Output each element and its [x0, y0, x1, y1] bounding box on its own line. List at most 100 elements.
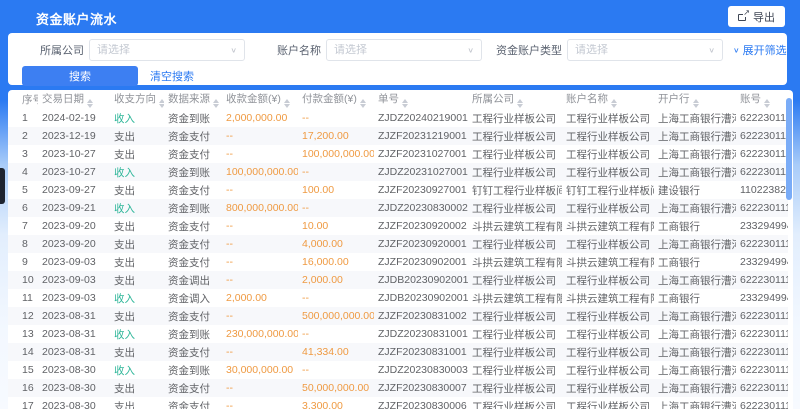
cell-company: 工程行业样板公司	[468, 325, 562, 343]
cell-order_no: ZJZF20230902001	[374, 253, 468, 271]
table-row[interactable]: 152023-08-30收入资金到账30,000,000.00--ZJDZ202…	[8, 361, 788, 379]
column-label: 付款金额(¥)	[302, 93, 357, 105]
table-row[interactable]: 92023-09-03支出资金支付--16,000.00ZJZF20230902…	[8, 253, 788, 271]
cell-date: 2023-08-30	[38, 379, 110, 397]
sort-icon[interactable]	[360, 99, 366, 108]
cell-paid: 3,300.00	[298, 397, 374, 409]
column-header-8[interactable]: 所属公司	[468, 90, 562, 109]
cell-company: 斗拱云建筑工程有限公司	[468, 217, 562, 235]
cell-source: 资金支付	[164, 127, 222, 145]
cell-no: 15	[8, 361, 38, 379]
column-label: 数据来源	[168, 93, 210, 105]
column-header-6[interactable]: 付款金额(¥)	[298, 90, 374, 109]
cell-paid: 100.00	[298, 181, 374, 199]
table-row[interactable]: 12024-02-19收入资金到账2,000,000.00--ZJDZ20240…	[8, 109, 788, 127]
search-button[interactable]: 搜索	[22, 66, 138, 86]
sort-icon[interactable]	[693, 99, 699, 108]
table-row[interactable]: 172023-08-30支出资金支付--3,300.00ZJZF20230830…	[8, 397, 788, 409]
table-row[interactable]: 72023-09-20支出资金支付--10.00ZJZF20230920002斗…	[8, 217, 788, 235]
cell-paid: --	[298, 325, 374, 343]
table-row[interactable]: 32023-10-27支出资金支付--100,000,000.00ZJZF202…	[8, 145, 788, 163]
cell-no: 10	[8, 271, 38, 289]
column-header-11[interactable]: 账号	[736, 90, 788, 109]
column-header-5[interactable]: 收款金额(¥)	[222, 90, 298, 109]
transactions-table-card: 序号交易日期收支方向数据来源收款金额(¥)付款金额(¥)单号所属公司账户名称开户…	[8, 90, 793, 409]
sort-icon[interactable]	[611, 99, 617, 108]
company-filter-label: 所属公司	[40, 42, 84, 58]
cell-bank: 上海工商银行漕河泾支行	[654, 271, 736, 289]
cell-bank: 工商银行	[654, 289, 736, 307]
cell-received: 100,000,000.00	[222, 163, 298, 181]
cell-company: 工程行业样板公司	[468, 163, 562, 181]
sort-icon[interactable]	[402, 99, 408, 108]
cell-received: --	[222, 235, 298, 253]
cell-bank: 上海工商银行漕河泾支行	[654, 235, 736, 253]
column-label: 账户名称	[566, 93, 608, 105]
cell-account_no: 6222301111	[736, 127, 788, 145]
sort-icon[interactable]	[213, 99, 219, 108]
sort-icon[interactable]	[284, 99, 290, 108]
cell-account_no: 2332949941	[736, 253, 788, 271]
export-icon: ↗	[738, 12, 748, 21]
cell-source: 资金到账	[164, 109, 222, 127]
cell-no: 11	[8, 289, 38, 307]
table-row[interactable]: 162023-08-30支出资金支付--50,000,000.00ZJZF202…	[8, 379, 788, 397]
column-header-9[interactable]: 账户名称	[562, 90, 654, 109]
cell-order_no: ZJZF20231027001	[374, 145, 468, 163]
cell-account: 工程行业样板公司	[562, 145, 654, 163]
table-row[interactable]: 112023-09-03收入资金调入2,000.00--ZJDB20230902…	[8, 289, 788, 307]
company-select[interactable]: ∨	[89, 39, 245, 61]
account-name-select-input[interactable]	[334, 44, 463, 56]
chevron-down-icon: ∨	[230, 46, 237, 55]
cell-account: 工程行业样板公司	[562, 379, 654, 397]
sort-icon[interactable]	[87, 99, 93, 108]
sort-icon[interactable]	[159, 99, 164, 108]
cell-source: 资金到账	[164, 361, 222, 379]
cell-order_no: ZJDZ20230831001	[374, 325, 468, 343]
collapsed-drawer-handle[interactable]	[0, 168, 5, 204]
cell-bank: 上海工商银行漕河泾支行	[654, 199, 736, 217]
cell-no: 4	[8, 163, 38, 181]
cell-company: 工程行业样板公司	[468, 397, 562, 409]
table-row[interactable]: 142023-08-31支出资金支付--41,334.00ZJZF2023083…	[8, 343, 788, 361]
company-select-input[interactable]	[97, 44, 226, 56]
table-row[interactable]: 132023-08-31收入资金到账230,000,000.00--ZJDZ20…	[8, 325, 788, 343]
table-row[interactable]: 122023-08-31支出资金支付--500,000,000.00ZJZF20…	[8, 307, 788, 325]
chevron-down-icon: ∨	[708, 46, 715, 55]
cell-company: 工程行业样板公司	[468, 199, 562, 217]
column-header-3[interactable]: 收支方向	[110, 90, 164, 109]
cell-paid: --	[298, 361, 374, 379]
cell-source: 资金支付	[164, 235, 222, 253]
cell-direction: 支出	[110, 343, 164, 361]
cell-bank: 上海工商银行漕河泾支行	[654, 127, 736, 145]
cell-account: 工程行业样板公司	[562, 397, 654, 409]
export-button[interactable]: ↗ 导出	[728, 6, 785, 27]
page-title: 资金账户流水	[36, 9, 117, 28]
column-header-4[interactable]: 数据来源	[164, 90, 222, 109]
table-row[interactable]: 102023-09-03支出资金调出--2,000.00ZJDB20230902…	[8, 271, 788, 289]
account-name-select[interactable]: ∨	[326, 39, 482, 61]
table-row[interactable]: 82023-09-20支出资金支付--4,000.00ZJZF202309200…	[8, 235, 788, 253]
expand-filters-link[interactable]: ∨ 展开筛选	[733, 42, 787, 58]
column-header-7[interactable]: 单号	[374, 90, 468, 109]
sort-icon[interactable]	[517, 99, 523, 108]
cell-date: 2023-09-27	[38, 181, 110, 199]
cell-received: --	[222, 307, 298, 325]
cell-account: 斗拱云建筑工程有限公司	[562, 253, 654, 271]
account-type-select-input[interactable]	[575, 44, 704, 56]
filter-panel: 所属公司 ∨ 账户名称 ∨ 资金账户类型 ∨ ∨ 展开筛选 搜索 清空搜索	[8, 33, 787, 85]
column-header-10[interactable]: 开户行	[654, 90, 736, 109]
account-type-select[interactable]: ∨	[567, 39, 723, 61]
table-row[interactable]: 22023-12-19支出资金支付--17,200.00ZJZF20231219…	[8, 127, 788, 145]
cell-direction: 收入	[110, 289, 164, 307]
sort-icon[interactable]	[764, 99, 770, 108]
column-header-2[interactable]: 交易日期	[38, 90, 110, 109]
table-scrollbar-thumb[interactable]	[786, 98, 792, 200]
table-row[interactable]: 52023-09-27支出资金支付--100.00ZJZF20230927001…	[8, 181, 788, 199]
clear-search-button[interactable]: 清空搜索	[150, 68, 194, 84]
table-row[interactable]: 62023-09-21收入资金到账800,000,000.00--ZJDZ202…	[8, 199, 788, 217]
cell-company: 斗拱云建筑工程有限公司	[468, 289, 562, 307]
cell-direction: 支出	[110, 397, 164, 409]
table-row[interactable]: 42023-10-27收入资金到账100,000,000.00--ZJDZ202…	[8, 163, 788, 181]
table-body: 12024-02-19收入资金到账2,000,000.00--ZJDZ20240…	[8, 109, 788, 409]
